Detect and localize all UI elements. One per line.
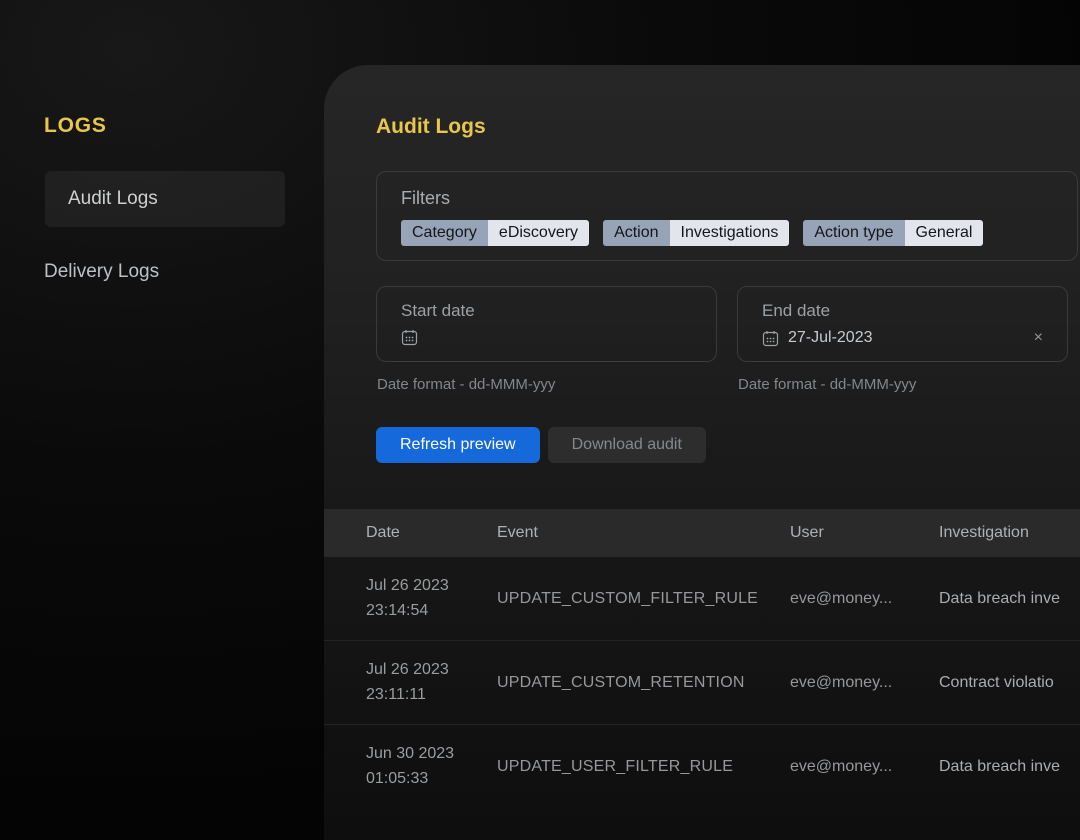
cell-user: eve@money...: [790, 758, 939, 776]
chip-key: Action type: [803, 220, 904, 246]
table-row[interactable]: Jul 26 2023 23:14:54 UPDATE_CUSTOM_FILTE…: [324, 557, 1080, 641]
end-date-label: End date: [762, 301, 1043, 321]
sidebar-heading: LOGS: [44, 114, 107, 138]
filter-chip-action-type[interactable]: Action type General: [803, 220, 983, 246]
filters-label: Filters: [401, 188, 1053, 209]
table-row[interactable]: Jul 26 2023 23:11:11 UPDATE_CUSTOM_RETEN…: [324, 641, 1080, 725]
column-header-event: Event: [497, 524, 790, 542]
cell-event: UPDATE_USER_FILTER_RULE: [497, 758, 790, 776]
sidebar-item-label: Audit Logs: [68, 188, 158, 210]
cell-date: Jul 26 2023 23:11:11: [366, 658, 497, 708]
column-header-investigation: Investigation: [939, 524, 1080, 542]
cell-user: eve@money...: [790, 674, 939, 692]
end-date-value: 27-Jul-2023: [788, 329, 873, 347]
filter-chip-action[interactable]: Action Investigations: [603, 220, 789, 246]
sidebar-item-label: Delivery Logs: [44, 261, 159, 283]
chip-value: General: [905, 220, 984, 246]
page-title: Audit Logs: [376, 115, 486, 139]
cell-date: Jun 30 2023 01:05:33: [366, 742, 497, 792]
calendar-icon[interactable]: [401, 329, 418, 346]
cell-investigation: Data breach inve: [939, 758, 1080, 776]
date-filter-row: Start date: [376, 286, 1068, 393]
refresh-preview-button[interactable]: Refresh preview: [376, 427, 540, 463]
chip-key: Action: [603, 220, 669, 246]
table-header-row: Date Event User Investigation: [324, 509, 1080, 557]
cell-date: Jul 26 2023 23:14:54: [366, 574, 497, 624]
start-date-field[interactable]: Start date: [376, 286, 717, 362]
cell-user: eve@money...: [790, 590, 939, 608]
cell-event: UPDATE_CUSTOM_RETENTION: [497, 674, 790, 692]
end-date-field[interactable]: End date 27-Jul-2023: [737, 286, 1068, 362]
audit-logs-panel: Audit Logs Filters Category eDiscovery A…: [324, 65, 1080, 840]
actions-row: Refresh preview Download audit: [376, 427, 706, 463]
download-audit-button[interactable]: Download audit: [548, 427, 706, 463]
start-date-format-hint: Date format - dd-MMM-yyy: [376, 376, 717, 393]
end-date-format-hint: Date format - dd-MMM-yyy: [737, 376, 1068, 393]
column-header-date: Date: [366, 524, 497, 542]
calendar-icon[interactable]: [762, 330, 779, 347]
filter-chip-category[interactable]: Category eDiscovery: [401, 220, 589, 246]
cell-investigation: Data breach inve: [939, 590, 1080, 608]
clear-end-date-icon[interactable]: ×: [1034, 330, 1043, 346]
chip-key: Category: [401, 220, 488, 246]
chip-value: Investigations: [670, 220, 790, 246]
chip-value: eDiscovery: [488, 220, 589, 246]
sidebar-item-delivery-logs[interactable]: Delivery Logs: [44, 244, 284, 300]
filter-chips: Category eDiscovery Action Investigation…: [401, 220, 1053, 246]
column-header-user: User: [790, 524, 939, 542]
cell-event: UPDATE_CUSTOM_FILTER_RULE: [497, 590, 790, 608]
audit-table: Date Event User Investigation Jul 26 202…: [324, 509, 1080, 809]
sidebar: LOGS Audit Logs Delivery Logs: [0, 0, 324, 840]
table-row[interactable]: Jun 30 2023 01:05:33 UPDATE_USER_FILTER_…: [324, 725, 1080, 809]
cell-investigation: Contract violatio: [939, 674, 1080, 692]
filters-card: Filters Category eDiscovery Action Inves…: [376, 171, 1078, 261]
sidebar-item-audit-logs[interactable]: Audit Logs: [45, 171, 285, 227]
start-date-label: Start date: [401, 301, 692, 321]
